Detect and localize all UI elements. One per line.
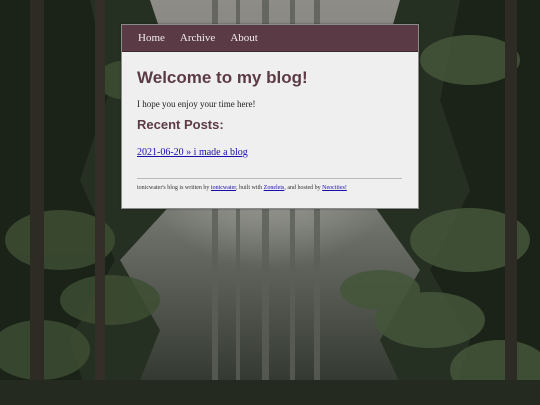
top-nav: Home Archive About [122, 25, 418, 52]
recent-posts-heading: Recent Posts: [137, 117, 224, 132]
footer-prefix: tonicwater's blog is written by [137, 185, 211, 191]
main-content: Welcome to my blog! I hope you enjoy you… [122, 52, 418, 191]
footer-host-link[interactable]: Neocities! [322, 185, 347, 191]
footer-builder-link[interactable]: Zonelets [264, 185, 285, 191]
nav-archive-link[interactable]: Archive [180, 32, 215, 44]
nav-about-link[interactable]: About [230, 32, 258, 44]
page-title: Welcome to my blog! [137, 68, 308, 87]
footer-middle-1: , built with [236, 185, 264, 191]
nav-home-link[interactable]: Home [138, 32, 165, 44]
footer-middle-2: , and hosted by [284, 185, 323, 191]
intro-text: I hope you enjoy your time here! [137, 99, 256, 109]
footer: tonicwater's blog is written by tonicwat… [137, 185, 402, 191]
footer-author-link[interactable]: tonicwater [211, 185, 236, 191]
blog-card: Home Archive About Welcome to my blog! I… [121, 24, 419, 209]
post-link[interactable]: 2021-06-20 » i made a blog [137, 147, 248, 158]
divider [137, 178, 402, 179]
